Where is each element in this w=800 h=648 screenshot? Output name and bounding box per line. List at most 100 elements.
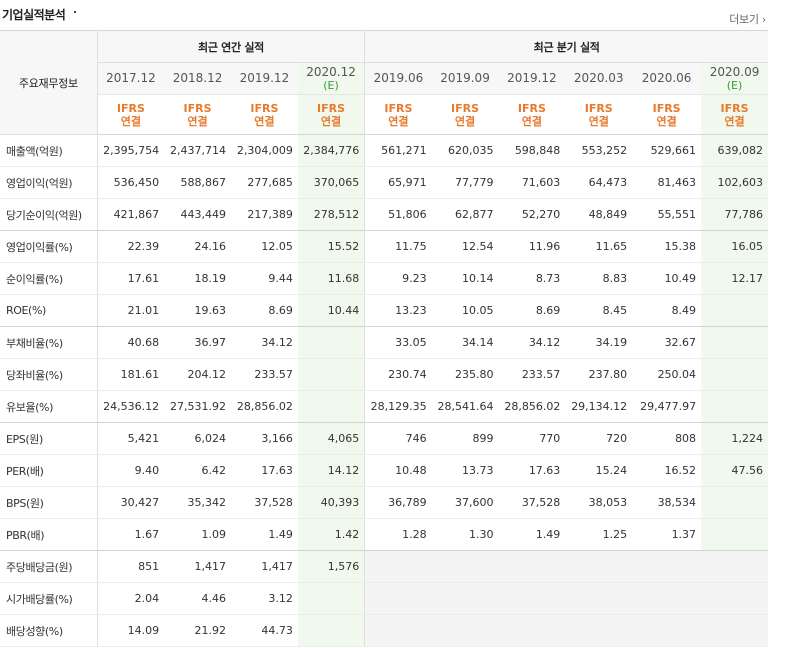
value-cell: 34.19 [565,326,633,359]
estimate-mark: (E) [726,78,743,92]
value-cell: 1.49 [230,518,298,551]
more-link[interactable]: 더보기 › [729,11,766,27]
period-header: 2020.06 [632,62,702,95]
period-header: 2017.12 [97,62,165,95]
value-cell: 21.01 [97,294,165,327]
value-cell: 102,603 [701,166,768,199]
value-cell: 529,661 [632,134,702,167]
value-cell: 10.44 [297,294,366,327]
value-cell: 1.30 [431,518,499,551]
value-cell: 21.92 [164,614,231,647]
table-row: 주당배당금(원) 851 1,417 1,417 1,576 [0,550,768,583]
row-label-header: 주요재무정보 [0,30,98,135]
period-header: 2018.12 [164,62,231,95]
period-header: 2019.06 [364,62,432,95]
value-cell: 30,427 [97,486,165,519]
value-cell [364,582,432,615]
value-cell [498,582,566,615]
value-cell: 17.63 [230,454,298,487]
period-header: 2020.09 (E) [701,62,768,95]
value-cell: 55,551 [632,198,702,231]
value-cell [431,582,499,615]
value-cell: 16.05 [701,230,768,263]
value-cell: 1.28 [364,518,432,551]
value-cell: 8.69 [498,294,566,327]
table-row: 매출액(억원) 2,395,754 2,437,714 2,304,009 2,384,… [0,134,768,167]
value-cell: 1.49 [498,518,566,551]
value-cell: 11.65 [565,230,633,263]
value-cell: 37,600 [431,486,499,519]
period-header: 2019.09 [431,62,499,95]
value-cell: 9.23 [364,262,432,295]
value-cell: 6.42 [164,454,231,487]
value-cell: 28,129.35 [364,390,432,423]
ifrs-badge: IFRS 연결 [565,94,633,135]
value-cell: 14.12 [297,454,366,487]
value-cell [701,390,768,423]
value-cell: 1.25 [565,518,633,551]
table-row: 시가배당률(%) 2.04 4.46 3.12 [0,582,768,615]
value-cell: 421,867 [97,198,165,231]
value-cell: 8.73 [498,262,566,295]
estimate-mark: (E) [323,78,339,92]
value-cell: 6,024 [164,422,231,455]
table-row: 영업이익률(%) 22.39 24.16 12.05 15.52 11.75 12.54 11… [0,230,768,263]
value-cell: 71,603 [498,166,566,199]
value-cell: 40.68 [97,326,165,359]
period-label: 2020.03 [573,71,624,85]
value-cell: 8.83 [565,262,633,295]
value-cell: 17.61 [97,262,165,295]
value-cell [297,582,366,615]
row-label: 순이익률(%) [0,262,98,295]
period-header: 2019.12 [230,62,298,95]
value-cell: 217,389 [230,198,298,231]
value-cell: 237.80 [565,358,633,391]
value-cell: 48,849 [565,198,633,231]
table-row: 배당성향(%) 14.09 21.92 44.73 [0,614,768,647]
period-label: 2017.12 [106,71,156,85]
value-cell: 16.52 [632,454,702,487]
value-cell: 15.52 [297,230,366,263]
ifrs-label: IFRS [517,101,546,115]
period-label: 2018.12 [172,71,223,85]
value-cell: 13.23 [364,294,432,327]
ifrs-badge: IFRS 연결 [498,94,566,135]
value-cell [364,614,432,647]
value-cell: 12.54 [431,230,499,263]
chevron-right-icon: › [758,13,766,26]
value-cell: 22.39 [97,230,165,263]
value-cell: 34.12 [498,326,566,359]
value-cell: 37,528 [230,486,298,519]
value-cell [297,326,366,359]
row-label: 배당성향(%) [0,614,98,647]
value-cell: 4.46 [164,582,231,615]
row-label: 부채비율(%) [0,326,98,359]
value-cell [632,582,702,615]
value-cell: 29,477.97 [632,390,702,423]
value-cell: 10.48 [364,454,432,487]
more-link-label: 더보기 [729,13,759,26]
value-cell: 2,304,009 [230,134,298,167]
row-label: ROE(%) [0,294,98,327]
period-label: 2020.09 [709,64,760,79]
value-cell [297,614,366,647]
consolidated-label: 연결 [521,114,542,128]
value-cell: 44.73 [230,614,298,647]
value-cell: 277,685 [230,166,298,199]
value-cell: 230.74 [364,358,432,391]
value-cell: 34.14 [431,326,499,359]
value-cell: 62,877 [431,198,499,231]
value-cell: 1,576 [297,550,366,583]
value-cell [498,614,566,647]
value-cell: 37,528 [498,486,566,519]
period-label: 2020.12 [306,64,356,79]
value-cell: 1.67 [97,518,165,551]
annual-group-header: 최근 연간 실적 [97,30,366,63]
value-cell: 9.40 [97,454,165,487]
consolidated-label: 연결 [254,114,275,128]
value-cell: 370,065 [297,166,366,199]
value-cell: 28,856.02 [230,390,298,423]
table-row: 유보율(%) 24,536.12 27,531.92 28,856.02 28,129.… [0,390,768,423]
value-cell: 19.63 [164,294,231,327]
value-cell: 33.05 [364,326,432,359]
